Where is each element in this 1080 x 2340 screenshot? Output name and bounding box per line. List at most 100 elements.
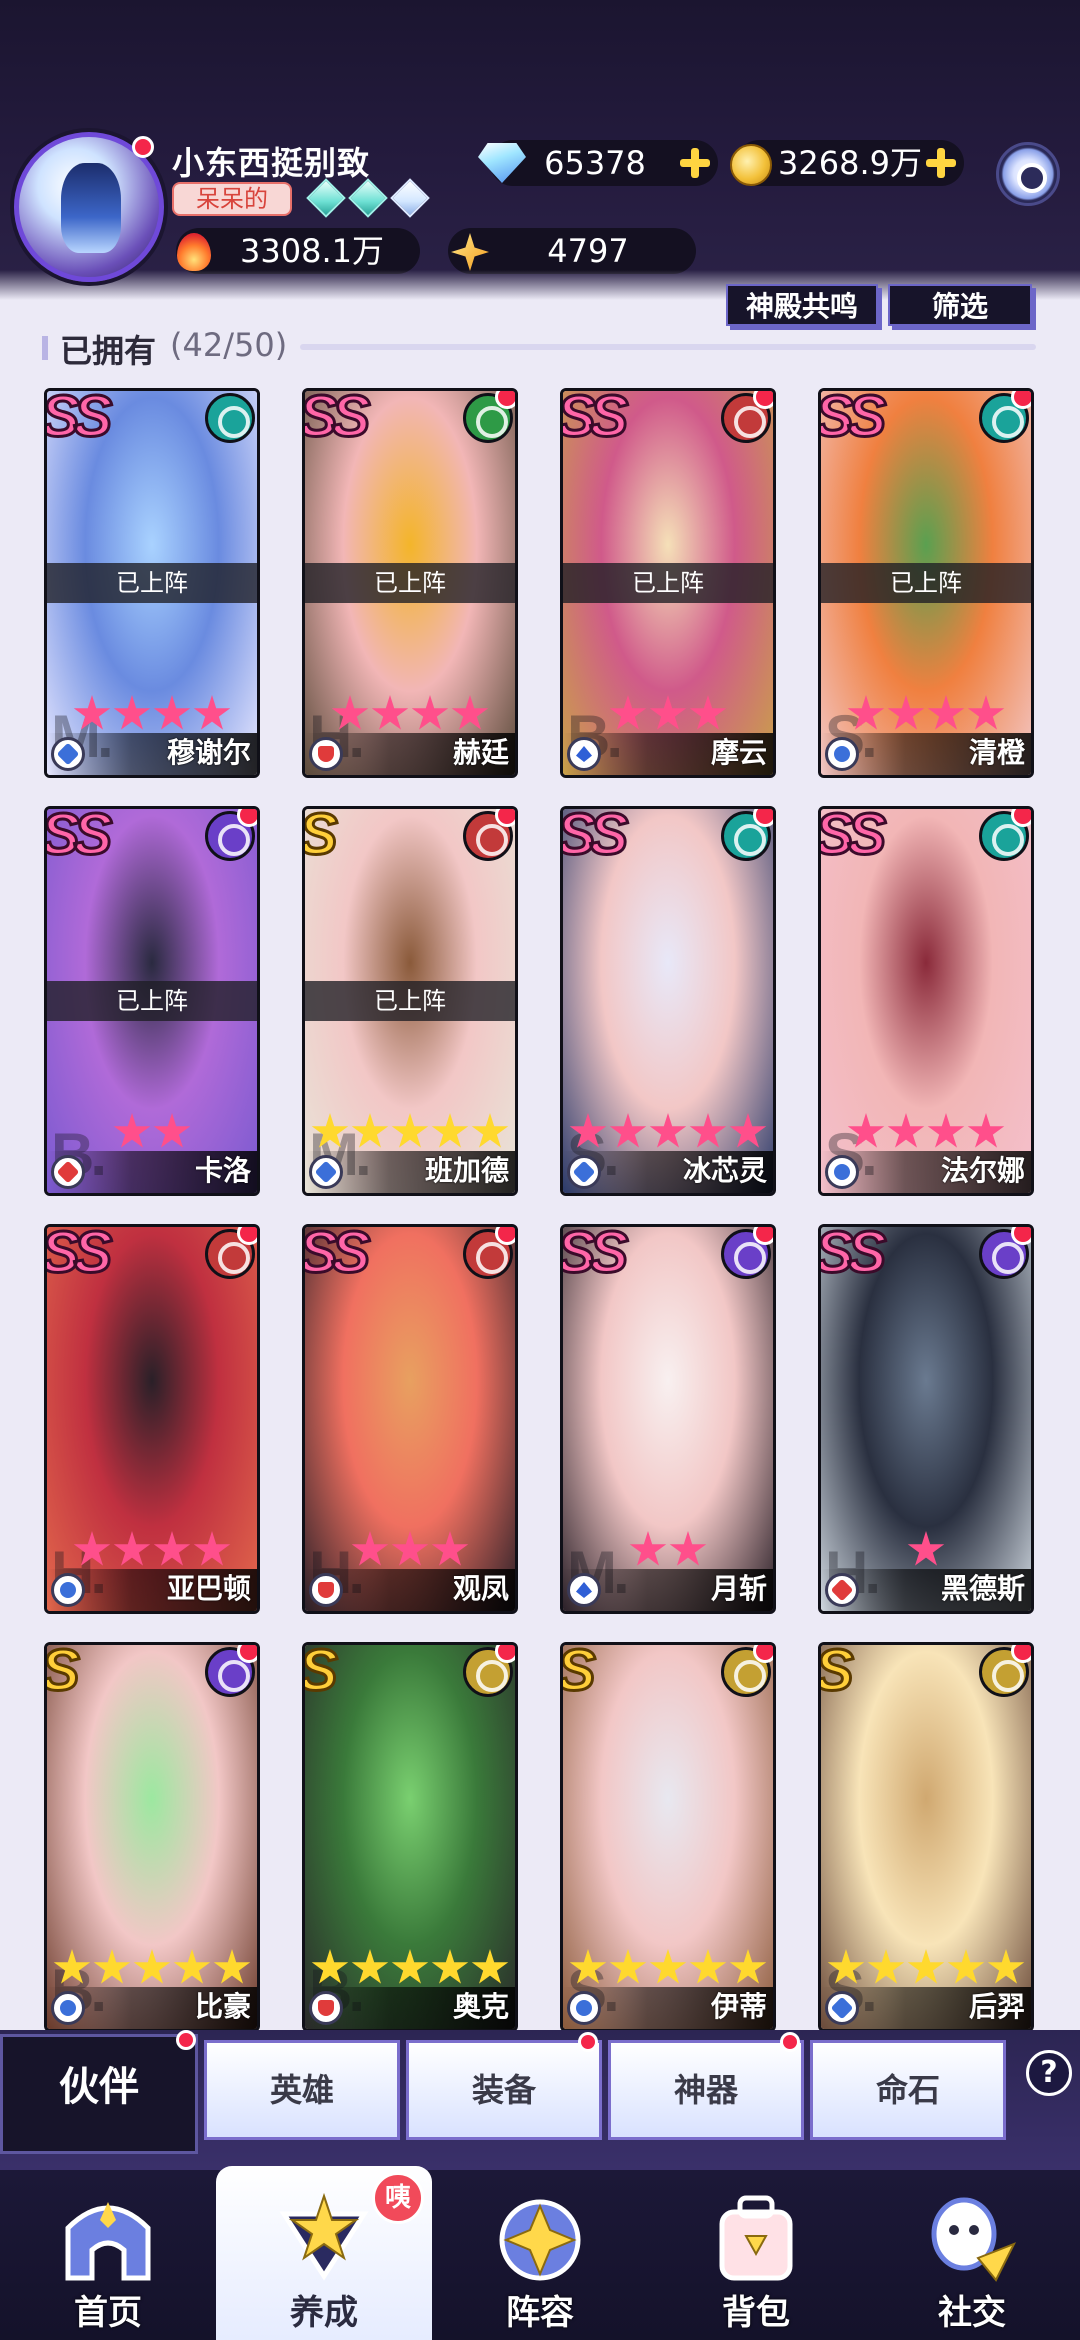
gem-icon xyxy=(390,178,430,218)
star-icon xyxy=(887,1113,925,1148)
hero-card[interactable]: S.SS已上阵清橙 xyxy=(818,388,1034,778)
star-icon xyxy=(431,1949,469,1984)
diamond-icon xyxy=(474,140,530,186)
backpack-icon xyxy=(719,2195,793,2281)
hero-card[interactable]: S.S后羿 xyxy=(818,1642,1034,2032)
support-role-icon xyxy=(825,1155,859,1189)
star-icon xyxy=(847,1113,885,1148)
star-icon xyxy=(371,695,409,730)
star-icon xyxy=(609,695,647,730)
nav-backpack-label: 背包 xyxy=(722,2293,790,2333)
star-rating xyxy=(305,1949,515,1989)
star-icon xyxy=(391,1113,429,1148)
tab-equipment-dot xyxy=(578,2032,598,2052)
star-icon xyxy=(311,1113,349,1148)
star-icon xyxy=(351,1949,389,1984)
rarity-badge: SS xyxy=(818,1224,888,1287)
hero-card[interactable]: M.SS月斩 xyxy=(560,1224,776,1614)
star-rating xyxy=(305,1531,515,1571)
hero-name: 清橙 xyxy=(968,736,1025,769)
hero-card[interactable]: B.S比豪 xyxy=(44,1642,260,2032)
star-rating xyxy=(563,1113,773,1153)
hero-card[interactable]: B.S奥克 xyxy=(302,1642,518,2032)
coin-icon xyxy=(728,142,774,188)
nav-lineup[interactable]: 阵容 xyxy=(432,2170,648,2340)
star-icon xyxy=(351,1531,389,1566)
hero-card[interactable]: H.SS黑德斯 xyxy=(818,1224,1034,1614)
settings-gear-button[interactable] xyxy=(996,142,1060,206)
star-icon xyxy=(53,1949,91,1984)
star-icon xyxy=(213,1949,251,1984)
rarity-badge: S xyxy=(560,1642,597,1705)
hero-card[interactable]: S.SS法尔娜 xyxy=(818,806,1034,1196)
hero-card[interactable]: S.SS冰芯灵 xyxy=(560,806,776,1196)
hero-name: 穆谢尔 xyxy=(166,736,251,769)
hero-card[interactable]: H.SS亚巴顿 xyxy=(44,1224,260,1614)
nav-backpack[interactable]: 背包 xyxy=(648,2170,864,2340)
hero-card[interactable]: H.SS已上阵赫廷 xyxy=(302,388,518,778)
deployed-label: 已上阵 xyxy=(47,981,257,1021)
hero-name: 观凤 xyxy=(452,1572,509,1605)
nav-home[interactable]: 首页 xyxy=(0,2170,216,2340)
mage-role-icon xyxy=(567,737,601,771)
hero-card[interactable]: B.SS已上阵卡洛 xyxy=(44,806,260,1196)
notification-dot xyxy=(237,1645,257,1663)
star-icon xyxy=(113,695,151,730)
star-icon xyxy=(391,1531,429,1566)
hero-card[interactable]: S.S伊蒂 xyxy=(560,1642,776,2032)
hero-name: 伊蒂 xyxy=(710,1990,767,2023)
tab-partner-dot xyxy=(176,2030,196,2050)
star-icon xyxy=(93,1949,131,1984)
rarity-badge: SS xyxy=(44,806,114,869)
star-icon xyxy=(193,695,231,730)
rarity-badge: SS xyxy=(560,388,630,451)
star-icon xyxy=(827,1949,865,1984)
rarity-badge: S xyxy=(44,1642,81,1705)
player-header: 小东西挺别致 呆呆的 65378 3268.9万 3308.1万 4797 xyxy=(0,0,1080,300)
star-icon xyxy=(729,1113,767,1148)
add-gold-icon[interactable] xyxy=(926,148,956,178)
star-icon xyxy=(471,1113,509,1148)
notification-dot xyxy=(753,391,773,409)
assassin-role-icon xyxy=(309,1155,343,1189)
hero-card[interactable]: H.SS观凤 xyxy=(302,1224,518,1614)
star-icon xyxy=(391,1949,429,1984)
star-icon xyxy=(907,1531,945,1566)
star-icon xyxy=(193,1531,231,1566)
hero-name: 黑德斯 xyxy=(940,1572,1025,1605)
rarity-badge: SS xyxy=(560,1224,630,1287)
add-diamond-icon[interactable] xyxy=(680,148,710,178)
hero-card[interactable]: B.SS已上阵摩云 xyxy=(560,388,776,778)
star-icon xyxy=(967,695,1005,730)
gem-icon xyxy=(348,178,388,218)
temple-resonance-button[interactable]: 神殿共鸣 xyxy=(726,284,878,326)
hero-name: 班加德 xyxy=(424,1154,509,1187)
tab-hero[interactable]: 英雄 xyxy=(204,2040,400,2140)
nav-cultivate[interactable]: 咦 养成 xyxy=(216,2166,432,2340)
warrior-role-icon xyxy=(51,1155,85,1189)
filter-button[interactable]: 筛选 xyxy=(888,284,1032,326)
star-rating xyxy=(47,1113,257,1153)
owned-count: (42/50) xyxy=(170,326,288,364)
star-icon xyxy=(947,1949,985,1984)
star-icon xyxy=(609,1113,647,1148)
assassin-role-icon xyxy=(567,1155,601,1189)
help-icon[interactable]: ? xyxy=(1026,2050,1072,2096)
star-rating xyxy=(821,1531,1031,1571)
hero-card[interactable]: M.S已上阵班加德 xyxy=(302,806,518,1196)
owned-title: 已拥有 xyxy=(60,332,157,370)
hero-card[interactable]: M.SS已上阵穆谢尔 xyxy=(44,388,260,778)
rarity-badge: S xyxy=(302,1642,339,1705)
star-icon xyxy=(669,1531,707,1566)
rarity-badge: SS xyxy=(302,388,372,451)
tab-artifact[interactable]: 神器 xyxy=(608,2040,804,2140)
tab-equipment[interactable]: 装备 xyxy=(406,2040,602,2140)
support-role-icon xyxy=(567,1991,601,2025)
rarity-badge: S xyxy=(302,806,339,869)
tab-fate-stone[interactable]: 命石 xyxy=(810,2040,1006,2140)
player-name: 小东西挺别致 xyxy=(172,144,371,182)
player-title-tag[interactable]: 呆呆的 xyxy=(172,182,292,216)
nav-social[interactable]: 社交 xyxy=(864,2170,1080,2340)
star-icon xyxy=(153,695,191,730)
tab-partner[interactable]: 伙伴 xyxy=(0,2034,198,2154)
